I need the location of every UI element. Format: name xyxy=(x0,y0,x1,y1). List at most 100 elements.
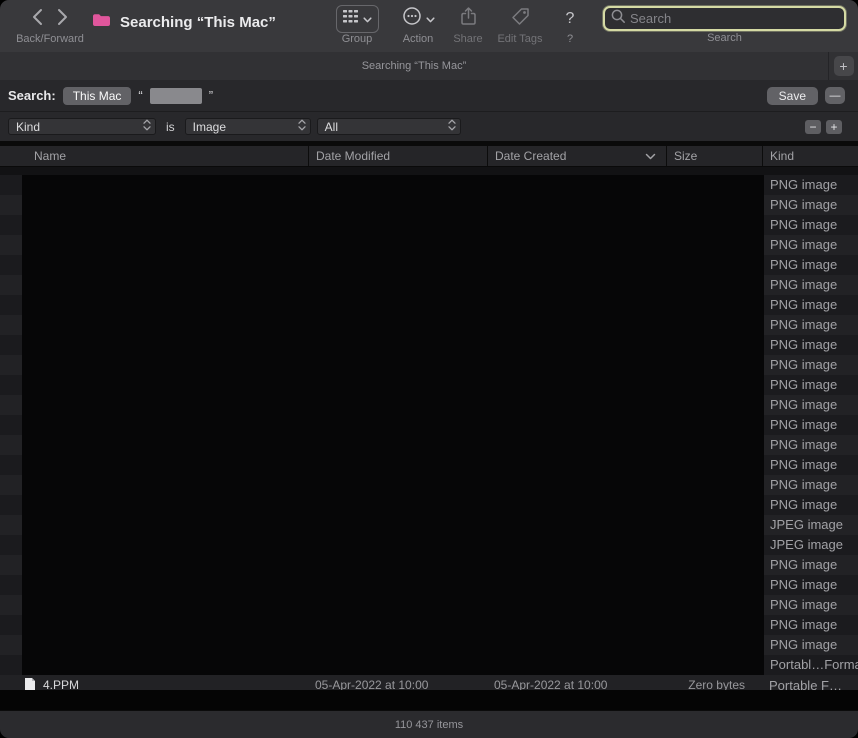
help-control[interactable]: ? ? xyxy=(556,5,584,46)
column-header-name[interactable]: Name xyxy=(0,146,308,166)
result-row[interactable]: PNG image xyxy=(0,195,858,215)
row-kind: PNG image xyxy=(764,395,858,415)
add-criterion-button[interactable]: + xyxy=(826,119,842,134)
result-row[interactable]: PNG image xyxy=(0,375,858,395)
group-popup-button[interactable] xyxy=(335,4,379,33)
row-left-gutter xyxy=(0,615,22,635)
column-header-date-created[interactable]: Date Created xyxy=(487,146,666,166)
row-redacted-content xyxy=(22,355,764,375)
row-redacted-content xyxy=(22,535,764,555)
result-row[interactable]: PNG image xyxy=(0,555,858,575)
row-redacted-content xyxy=(22,195,764,215)
row-kind: PNG image xyxy=(764,415,858,435)
kind-subtype-popup[interactable]: All xyxy=(316,118,461,135)
question-mark-icon: ? xyxy=(565,9,575,27)
row-kind: PNG image xyxy=(764,375,858,395)
row-kind: JPEG image xyxy=(764,535,858,555)
row-redacted-content xyxy=(22,475,764,495)
result-row[interactable]: PNG image xyxy=(0,495,858,515)
tab-searching-this-mac[interactable]: Searching “This Mac” xyxy=(0,52,828,80)
result-row[interactable]: PNG image xyxy=(0,575,858,595)
row-left-gutter xyxy=(0,495,22,515)
back-forward-label: Back/Forward xyxy=(16,33,84,45)
column-header-date-created-label: Date Created xyxy=(495,149,567,163)
row-left-gutter xyxy=(0,355,22,375)
chevron-down-icon xyxy=(425,10,435,28)
row-redacted-content xyxy=(22,555,764,575)
file-date-created: 05-Apr-2022 at 10:00 xyxy=(494,678,608,690)
row-left-gutter xyxy=(0,535,22,555)
row-redacted-content xyxy=(22,255,764,275)
toolbar-search-field[interactable] xyxy=(603,6,846,31)
new-tab-button[interactable]: + xyxy=(833,56,854,76)
popup-chevrons-icon xyxy=(298,119,306,134)
remove-criterion-button[interactable]: − xyxy=(805,119,821,134)
collapse-criteria-button[interactable]: — xyxy=(825,87,845,104)
column-header-date-modified[interactable]: Date Modified xyxy=(308,146,487,166)
search-input[interactable] xyxy=(630,11,838,26)
scope-this-mac-button[interactable]: This Mac xyxy=(62,86,132,105)
row-left-gutter xyxy=(0,595,22,615)
file-date-modified: 05-Apr-2022 at 10:00 xyxy=(315,678,429,690)
row-redacted-content xyxy=(22,295,764,315)
row-redacted-content xyxy=(22,275,764,295)
result-row[interactable]: PNG image xyxy=(0,315,858,335)
column-header-kind[interactable]: Kind xyxy=(762,146,858,166)
result-row[interactable]: PNG image xyxy=(0,475,858,495)
back-button[interactable] xyxy=(30,8,45,29)
row-kind: PNG image xyxy=(764,435,858,455)
result-row[interactable]: PNG image xyxy=(0,335,858,355)
forward-button[interactable] xyxy=(55,8,70,29)
back-forward-control: Back/Forward xyxy=(12,5,88,45)
row-redacted-content xyxy=(22,175,764,195)
result-row[interactable]: JPEG image xyxy=(0,515,858,535)
row-left-gutter xyxy=(0,275,22,295)
folder-icon xyxy=(92,12,111,32)
result-row[interactable]: PNG image xyxy=(0,395,858,415)
result-row[interactable]: PNG image xyxy=(0,355,858,375)
row-redacted-content xyxy=(22,375,764,395)
row-kind: Portabl…Format xyxy=(764,655,858,675)
chevron-right-icon xyxy=(57,8,68,29)
new-tab-region: + xyxy=(828,52,858,80)
result-row[interactable]: PNG image xyxy=(0,595,858,615)
share-label: Share xyxy=(453,33,483,45)
result-row[interactable]: PNG image xyxy=(0,435,858,455)
search-label: Search xyxy=(707,32,742,44)
search-criteria-row: Kind is Image All − + xyxy=(0,111,858,141)
result-row[interactable]: PNG image xyxy=(0,275,858,295)
result-row[interactable]: PNG image xyxy=(0,235,858,255)
save-search-button[interactable]: Save xyxy=(766,86,818,105)
row-left-gutter xyxy=(0,475,22,495)
search-scope-label: Search: xyxy=(8,88,56,103)
row-redacted-content xyxy=(22,215,764,235)
result-row[interactable]: JPEG image xyxy=(0,535,858,555)
row-kind: PNG image xyxy=(764,175,858,195)
row-redacted-content xyxy=(22,635,764,655)
group-control[interactable]: Group xyxy=(329,4,385,45)
result-row-partial[interactable]: 4.PPM 05-Apr-2022 at 10:00 05-Apr-2022 a… xyxy=(0,675,858,690)
attribute-popup[interactable]: Kind xyxy=(8,118,156,135)
row-left-gutter xyxy=(0,555,22,575)
kind-value-popup[interactable]: Image xyxy=(184,118,311,135)
row-redacted-content xyxy=(22,395,764,415)
column-header-size[interactable]: Size xyxy=(666,146,762,166)
share-control[interactable]: Share xyxy=(447,5,489,45)
result-row[interactable]: PNG image xyxy=(0,635,858,655)
results-rows: PNG image PNG image PNG image PNG image PNG … xyxy=(0,175,858,675)
result-row[interactable]: PNG image xyxy=(0,255,858,275)
result-row[interactable]: PNG image xyxy=(0,455,858,475)
file-kind: Portable F… xyxy=(769,677,842,691)
edit-tags-control[interactable]: Edit Tags xyxy=(492,5,548,45)
action-control[interactable]: Action xyxy=(393,5,443,45)
result-row[interactable]: Portabl…Format xyxy=(0,655,858,675)
sort-chevron-down-icon xyxy=(645,149,656,163)
result-row[interactable]: PNG image xyxy=(0,415,858,435)
result-row[interactable]: PNG image xyxy=(0,615,858,635)
row-left-gutter xyxy=(0,575,22,595)
result-row[interactable]: PNG image xyxy=(0,215,858,235)
result-row[interactable]: PNG image xyxy=(0,175,858,195)
open-quote: “ xyxy=(138,88,143,103)
criteria-operator: is xyxy=(166,119,175,134)
result-row[interactable]: PNG image xyxy=(0,295,858,315)
